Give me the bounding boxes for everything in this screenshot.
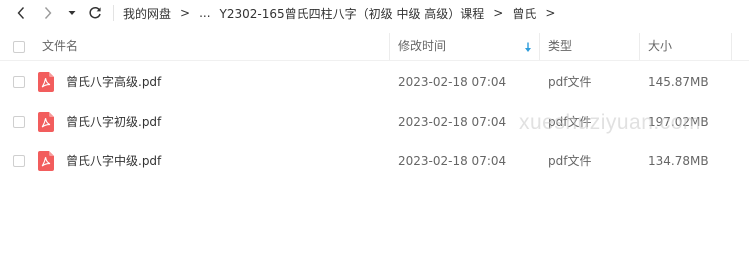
table-row[interactable]: 曾氏八字初级.pdf 2023-02-18 07:04 pdf文件 197.02…: [0, 103, 749, 141]
file-size: 134.78MB: [648, 154, 709, 168]
row-checkbox[interactable]: [13, 116, 25, 128]
breadcrumb-separator: >: [545, 6, 556, 20]
sort-down-arrow-icon[interactable]: [524, 42, 532, 53]
file-type: pdf文件: [548, 154, 592, 168]
chevron-left-icon: [17, 7, 25, 19]
column-divider[interactable]: [731, 33, 732, 60]
column-divider[interactable]: [389, 33, 390, 60]
column-divider[interactable]: [539, 33, 540, 60]
breadcrumb-separator: >: [180, 6, 191, 20]
breadcrumb: 我的网盘 > ... Y2302-165曾氏四柱八字（初级 中级 高级）课程 >…: [123, 0, 564, 26]
breadcrumb-item-collapsed[interactable]: ...: [199, 6, 210, 20]
file-table-header: 文件名 修改时间 类型 大小: [0, 33, 749, 60]
select-all-checkbox[interactable]: [13, 41, 25, 53]
file-size: 145.87MB: [648, 75, 709, 89]
breadcrumb-item-current[interactable]: 曾氏: [512, 5, 536, 22]
file-type: pdf文件: [548, 115, 592, 129]
file-name[interactable]: 曾氏八字高级.pdf: [66, 63, 161, 101]
chevron-right-icon: [44, 7, 52, 19]
file-type: pdf文件: [548, 75, 592, 89]
reload-button[interactable]: [85, 3, 105, 23]
breadcrumb-item-root[interactable]: 我的网盘: [123, 5, 171, 22]
column-header-name[interactable]: 文件名: [42, 33, 78, 60]
file-name[interactable]: 曾氏八字初级.pdf: [66, 103, 161, 141]
forward-button[interactable]: [39, 3, 57, 23]
pdf-file-icon: [38, 72, 54, 92]
file-size: 197.02MB: [648, 115, 709, 129]
column-header-size[interactable]: 大小: [648, 33, 672, 60]
file-modified-time: 2023-02-18 07:04: [398, 75, 507, 89]
column-header-type[interactable]: 类型: [548, 33, 572, 60]
breadcrumb-item-course[interactable]: Y2302-165曾氏四柱八字（初级 中级 高级）课程: [220, 5, 485, 22]
row-checkbox[interactable]: [13, 76, 25, 88]
header-divider: [0, 60, 749, 61]
reload-icon: [89, 6, 101, 19]
breadcrumb-separator: >: [493, 6, 504, 20]
row-checkbox[interactable]: [13, 155, 25, 167]
caret-down-icon: [68, 11, 76, 15]
file-modified-time: 2023-02-18 07:04: [398, 154, 507, 168]
file-modified-time: 2023-02-18 07:04: [398, 115, 507, 129]
navigation-bar: 我的网盘 > ... Y2302-165曾氏四柱八字（初级 中级 高级）课程 >…: [0, 0, 749, 26]
table-row[interactable]: 曾氏八字高级.pdf 2023-02-18 07:04 pdf文件 145.87…: [0, 63, 749, 101]
history-dropdown-button[interactable]: [66, 3, 78, 23]
column-divider[interactable]: [639, 33, 640, 60]
pdf-file-icon: [38, 112, 54, 132]
table-row[interactable]: 曾氏八字中级.pdf 2023-02-18 07:04 pdf文件 134.78…: [0, 142, 749, 180]
column-header-modified[interactable]: 修改时间: [398, 33, 446, 60]
pdf-file-icon: [38, 151, 54, 171]
file-name[interactable]: 曾氏八字中级.pdf: [66, 142, 161, 180]
nav-divider: [113, 5, 114, 21]
back-button[interactable]: [12, 3, 30, 23]
